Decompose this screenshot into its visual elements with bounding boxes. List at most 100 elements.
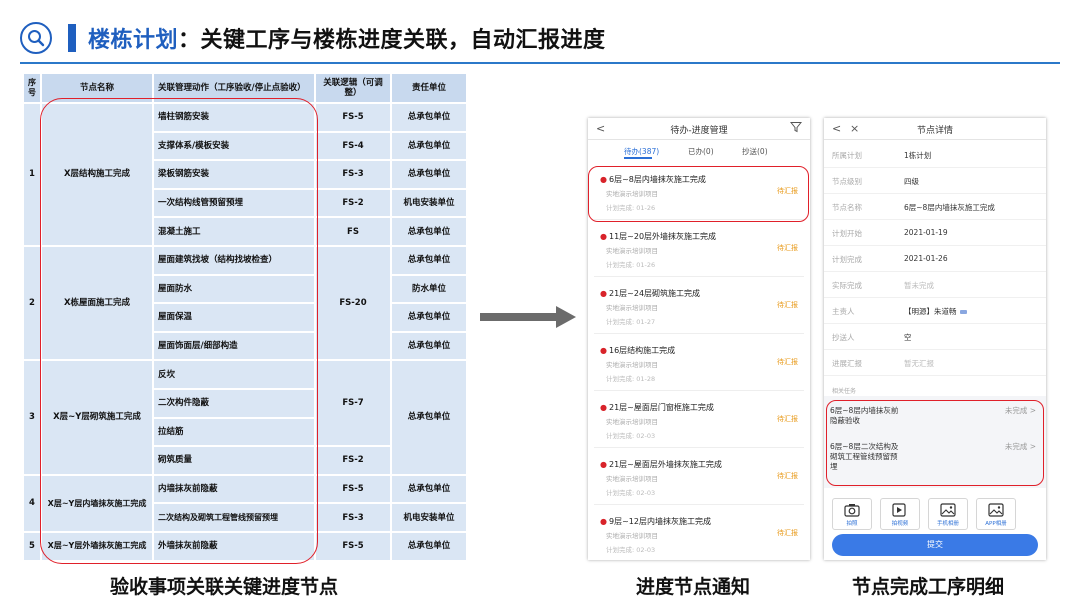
task-project: 实地演示培训项目 <box>606 475 658 483</box>
video-icon <box>892 503 906 517</box>
tab-cc[interactable]: 抄送(0) <box>742 146 768 157</box>
detail-row: 主责人 【明源】朱道畅 <box>824 298 1046 324</box>
row-action: 一次结构线管预留预埋 <box>152 187 316 219</box>
table-row: 2 X栋屋面施工完成 屋面建筑找坡（结构找坡检查） FS-20 总承包单位 <box>22 244 468 362</box>
list-item[interactable]: ● 11层~20层外墙抹灰施工完成 实地演示培训项目 计划完成: 01-26 待汇… <box>594 223 804 277</box>
detail-key: 节点级别 <box>832 177 862 186</box>
detail-value: 1栋计划 <box>904 151 932 160</box>
detail-key: 进展汇报 <box>832 359 862 368</box>
status-dot-icon: ● <box>600 460 607 469</box>
row-unit: 总承包单位 <box>390 159 468 190</box>
row-no: 3 <box>22 359 42 476</box>
tab-todo[interactable]: 待办(387) <box>624 146 659 157</box>
arrow-right-icon <box>480 306 576 328</box>
table-header-row: 序号 节点名称 关联管理动作（工序验收/停止点验收） 关联逻辑（可调整） 责任单… <box>22 72 468 104</box>
detail-row: 抄送人 空 <box>824 324 1046 350</box>
header-node: 节点名称 <box>40 72 154 104</box>
take-photo-button[interactable]: 拍照 <box>832 498 872 530</box>
caption-left: 验收事项关联关键进度节点 <box>110 576 339 598</box>
row-unit: 总承包单位 <box>390 102 468 133</box>
header-no: 序号 <box>22 72 42 104</box>
task-project: 实地演示培训项目 <box>606 418 658 426</box>
detail-value: 【明源】朱道畅 <box>904 307 957 316</box>
record-video-button[interactable]: 拍视频 <box>880 498 920 530</box>
row-action: 反坎 <box>152 359 316 390</box>
header-action: 关联管理动作（工序验收/停止点验收） <box>152 72 316 104</box>
tool-label: 拍视频 <box>891 521 909 527</box>
header-divider <box>20 62 1060 64</box>
task-status: 待汇报 <box>777 301 798 309</box>
detail-value: 空 <box>904 333 912 342</box>
app-album-button[interactable]: APP相册 <box>976 498 1016 530</box>
row-action: 屋面饰面层/细部构造 <box>152 330 316 362</box>
list-item[interactable]: ● 21层~24层砌筑施工完成 实地演示培训项目 计划完成: 01-27 待汇报 <box>594 280 804 334</box>
row-node: X栋屋面施工完成 <box>40 244 154 362</box>
detail-value: 2021-01-26 <box>904 254 948 263</box>
phone-album-button[interactable]: 手机相册 <box>928 498 968 530</box>
row-action: 梁板钢筋安装 <box>152 159 316 190</box>
list-item[interactable]: ● 9层~12层内墙抹灰施工完成 实地演示培训项目 计划完成: 02-03 待汇报 <box>594 508 804 560</box>
row-action: 支撑体系/模板安装 <box>152 130 316 162</box>
task-date: 计划完成: 02-03 <box>606 432 656 440</box>
row-unit: 总承包单位 <box>390 473 468 505</box>
phone1-title: 待办-进度管理 <box>670 126 728 136</box>
row-logic: FS-3 <box>314 159 392 190</box>
camera-icon <box>844 504 860 517</box>
task-project: 实地演示培训项目 <box>606 361 658 369</box>
task-project: 实地演示培训项目 <box>606 532 658 540</box>
row-node: X层结构施工完成 <box>40 102 154 247</box>
detail-key: 主责人 <box>832 307 855 316</box>
row-unit: 总承包单位 <box>390 359 468 476</box>
header-unit: 责任单位 <box>390 72 468 104</box>
page-title: 楼栋计划：关键工序与楼栋进度关联，自动汇报进度 <box>88 22 606 54</box>
status-dot-icon: ● <box>600 289 607 298</box>
phone-progress-todo: < 待办-进度管理 待办(387) 已办(0) 抄送(0) ● 6层~8层内墙抹灰… <box>588 118 810 560</box>
detail-key: 抄送人 <box>832 333 855 342</box>
task-title: 11层~20层外墙抹灰施工完成 <box>608 232 717 241</box>
search-icon <box>20 22 52 54</box>
row-logic: FS-5 <box>314 473 392 505</box>
task-highlight-outline <box>588 166 809 222</box>
row-action: 墙柱钢筋安装 <box>152 102 316 133</box>
phone2-title: 节点详情 <box>916 126 953 136</box>
detail-value: 暂未完成 <box>904 281 934 290</box>
detail-key: 计划完成 <box>832 255 862 264</box>
submit-button[interactable]: 提交 <box>832 534 1038 556</box>
row-unit: 总承包单位 <box>390 244 468 276</box>
detail-key: 节点名称 <box>832 203 862 212</box>
status-dot-icon: ● <box>600 517 607 526</box>
row-action: 屋面建筑找坡（结构找坡检查） <box>152 244 316 276</box>
row-logic: FS-20 <box>314 244 392 362</box>
detail-row: 计划完成 2021-01-26 <box>824 246 1046 272</box>
node-table-container: 序号 节点名称 关联管理动作（工序验收/停止点验收） 关联逻辑（可调整） 责任单… <box>22 72 468 562</box>
task-title: 21层~屋面层门窗框施工完成 <box>608 403 714 412</box>
row-logic: FS-2 <box>314 445 392 476</box>
tab-done[interactable]: 已办(0) <box>688 146 714 157</box>
detail-key: 所属计划 <box>832 151 862 160</box>
row-action: 外墙抹灰前隐蔽 <box>152 530 316 562</box>
list-item[interactable]: ● 21层~屋面层外墙抹灰施工完成 实地演示培训项目 计划完成: 02-03 待汇… <box>594 451 804 505</box>
gallery-icon <box>988 503 1004 517</box>
list-item[interactable]: ● 21层~屋面层门窗框施工完成 实地演示培训项目 计划完成: 02-03 待汇报 <box>594 394 804 448</box>
list-item[interactable]: ● 16层结构施工完成 实地演示培训项目 计划完成: 01-28 待汇报 <box>594 337 804 391</box>
row-node: X层~Y层内墙抹灰施工完成 <box>40 473 154 533</box>
row-unit: 机电安装单位 <box>390 187 468 219</box>
filter-icon[interactable] <box>789 121 803 136</box>
row-logic: FS-4 <box>314 130 392 162</box>
row-no: 4 <box>22 473 42 533</box>
task-status: 待汇报 <box>777 415 798 423</box>
task-title: 9层~12层内墙抹灰施工完成 <box>608 517 711 526</box>
status-dot-icon: ● <box>600 232 607 241</box>
row-no: 2 <box>22 244 42 362</box>
row-logic: FS <box>314 216 392 247</box>
table-row: 3 X层~Y层砌筑施工完成 反坎 FS-7 总承包单位 <box>22 359 468 476</box>
task-status: 待汇报 <box>777 358 798 366</box>
row-node: X层~Y层外墙抹灰施工完成 <box>40 530 154 562</box>
related-tasks-label: 相关任务 <box>832 388 857 395</box>
title-accent-bar <box>68 24 76 52</box>
detail-key: 实际完成 <box>832 281 862 290</box>
table-row: 4 X层~Y层内墙抹灰施工完成 内墙抹灰前隐蔽 FS-5 总承包单位 <box>22 473 468 533</box>
row-unit: 总承包单位 <box>390 216 468 247</box>
row-action: 内墙抹灰前隐蔽 <box>152 473 316 505</box>
media-toolbar: 拍照 拍视频 手机相册 APP相册 <box>824 498 1046 532</box>
